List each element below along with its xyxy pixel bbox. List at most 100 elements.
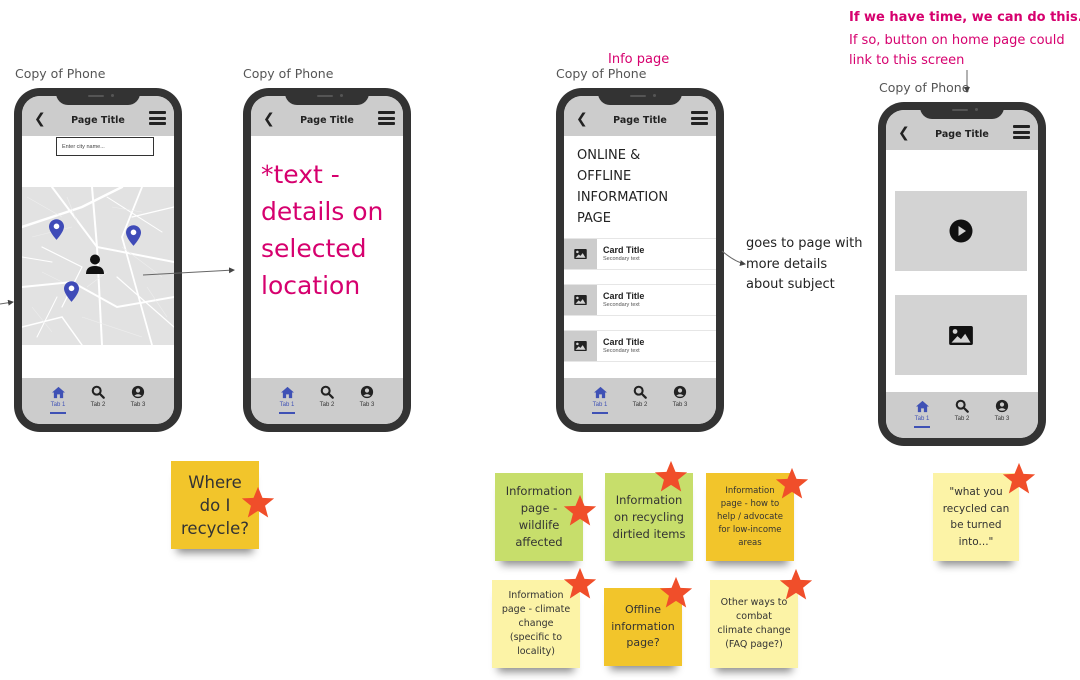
tab-label: Tab 1: [592, 402, 608, 408]
note-line: recycled can: [942, 502, 1010, 515]
phone-screen: ❮ Page Title Enter city name... Tab 1 Ta…: [22, 96, 174, 424]
tab-label: Tab 2: [319, 402, 335, 408]
account-circle-icon: [360, 385, 374, 399]
heading-line: INFORMATION: [577, 190, 669, 205]
tab-1[interactable]: Tab 1: [38, 384, 78, 414]
text-line: details on: [261, 197, 384, 226]
frame-label: Copy of Phone: [15, 66, 106, 81]
connector-arrow: [721, 250, 746, 266]
list-card[interactable]: Card Title Secondary text: [564, 238, 716, 270]
tab-label: Tab 2: [954, 416, 970, 422]
note-line: do I: [199, 495, 231, 515]
note-line: information: [611, 619, 675, 633]
info-page-annotation: Info page: [608, 52, 670, 67]
play-circle-icon[interactable]: [949, 219, 973, 243]
note-line: combat: [736, 611, 772, 622]
text-line: selected: [261, 234, 367, 263]
card-title: Card Title: [603, 291, 645, 301]
tab-label: Tab 1: [914, 416, 930, 422]
tab-bar: Tab 1 Tab 2 Tab 3: [251, 378, 403, 424]
tab-2[interactable]: Tab 2: [620, 384, 660, 408]
tab-bar: Tab 1 Tab 2 Tab 3: [22, 378, 174, 424]
phone-frame-map: ❮ Page Title Enter city name... Tab 1 Ta…: [14, 88, 182, 432]
tab-bar: Tab 1 Tab 2 Tab 3: [886, 392, 1038, 438]
image-icon: [574, 249, 587, 259]
note-line: more details: [746, 256, 828, 272]
stretch-goal-heading: If we have time, we can do this.: [849, 10, 1080, 25]
note-line: for low-income: [718, 524, 782, 535]
city-search-input[interactable]: Enter city name...: [56, 137, 154, 156]
star-icon: [779, 568, 813, 602]
frame-label: Copy of Phone: [243, 66, 334, 81]
video-placeholder[interactable]: [895, 191, 1027, 271]
info-heading: ONLINE & OFFLINE INFORMATION PAGE: [577, 145, 668, 229]
tab-3[interactable]: Tab 3: [118, 384, 158, 408]
note-line: page - how to: [720, 498, 780, 509]
image-placeholder: [895, 295, 1027, 375]
tab-label: Tab 3: [672, 402, 688, 408]
phone-notch: [920, 102, 1004, 119]
tab-2[interactable]: Tab 2: [307, 384, 347, 408]
image-icon: [949, 326, 973, 345]
phone-notch: [285, 88, 369, 105]
frame-label: Copy of Phone: [879, 80, 970, 95]
phone-screen: ❮ Page Title ONLINE & OFFLINE INFORMATIO…: [564, 96, 716, 424]
heading-line: OFFLINE: [577, 169, 632, 184]
star-icon: [1002, 462, 1036, 496]
list-card[interactable]: Card Title Secondary text: [564, 330, 716, 362]
list-card[interactable]: Card Title Secondary text: [564, 284, 716, 316]
location-pin-icon[interactable]: [64, 281, 79, 302]
phone-screen: ❮ Page Title *text - details on selected…: [251, 96, 403, 424]
hamburger-menu-icon[interactable]: [149, 111, 166, 125]
note-line: page - climate: [501, 604, 571, 615]
star-icon: [659, 576, 693, 610]
hamburger-menu-icon[interactable]: [1013, 125, 1030, 139]
tab-2[interactable]: Tab 2: [942, 398, 982, 422]
tab-3[interactable]: Tab 3: [347, 384, 387, 408]
note-line: Information: [615, 492, 683, 507]
note-line: help / advocate: [717, 511, 783, 522]
tab-3[interactable]: Tab 3: [660, 384, 700, 408]
home-icon: [51, 386, 66, 399]
note-line: "what you: [949, 486, 1003, 498]
note-line: about subject: [746, 277, 835, 292]
location-pin-icon[interactable]: [49, 219, 64, 240]
hamburger-menu-icon[interactable]: [691, 111, 708, 125]
tab-label: Tab 1: [279, 402, 295, 408]
note-line: into...": [958, 535, 994, 548]
phone-frame-info: ❮ Page Title ONLINE & OFFLINE INFORMATIO…: [556, 88, 724, 432]
note-line: If so, button on home page could: [849, 33, 1065, 48]
note-line: (specific to: [509, 632, 563, 643]
note-line: be turned: [950, 519, 1002, 531]
tab-label: Tab 1: [50, 402, 66, 408]
image-icon: [574, 341, 587, 351]
active-tab-indicator: [279, 412, 295, 414]
phone-screen: ❮ Page Title Tab 1 Tab 2 Tab 3: [886, 110, 1038, 438]
note-line: locality): [517, 646, 555, 657]
phone-frame-media: ❮ Page Title Tab 1 Tab 2 Tab 3: [878, 102, 1046, 446]
note-line: areas: [738, 537, 762, 548]
note-line: recycle?: [181, 518, 249, 538]
search-icon: [320, 385, 334, 399]
note-line: on recycling: [614, 509, 684, 524]
tab-label: Tab 3: [130, 402, 146, 408]
location-pin-icon[interactable]: [126, 225, 141, 246]
account-circle-icon: [673, 385, 687, 399]
tab-1[interactable]: Tab 1: [580, 384, 620, 414]
note-line: goes to page with: [746, 236, 863, 251]
tab-2[interactable]: Tab 2: [78, 384, 118, 408]
star-icon: [241, 486, 275, 520]
tab-bar: Tab 1 Tab 2 Tab 3: [564, 378, 716, 424]
tab-3[interactable]: Tab 3: [982, 398, 1022, 422]
user-icon: [86, 254, 104, 274]
tab-1[interactable]: Tab 1: [267, 384, 307, 414]
tab-label: Tab 2: [90, 402, 106, 408]
tab-1[interactable]: Tab 1: [902, 398, 942, 428]
account-circle-icon: [131, 385, 145, 399]
note-line: (FAQ page?): [725, 639, 783, 650]
map-view[interactable]: [22, 185, 174, 346]
search-icon: [955, 399, 969, 413]
connector-arrow: [0, 299, 14, 306]
hamburger-menu-icon[interactable]: [378, 111, 395, 125]
image-icon: [574, 295, 587, 305]
